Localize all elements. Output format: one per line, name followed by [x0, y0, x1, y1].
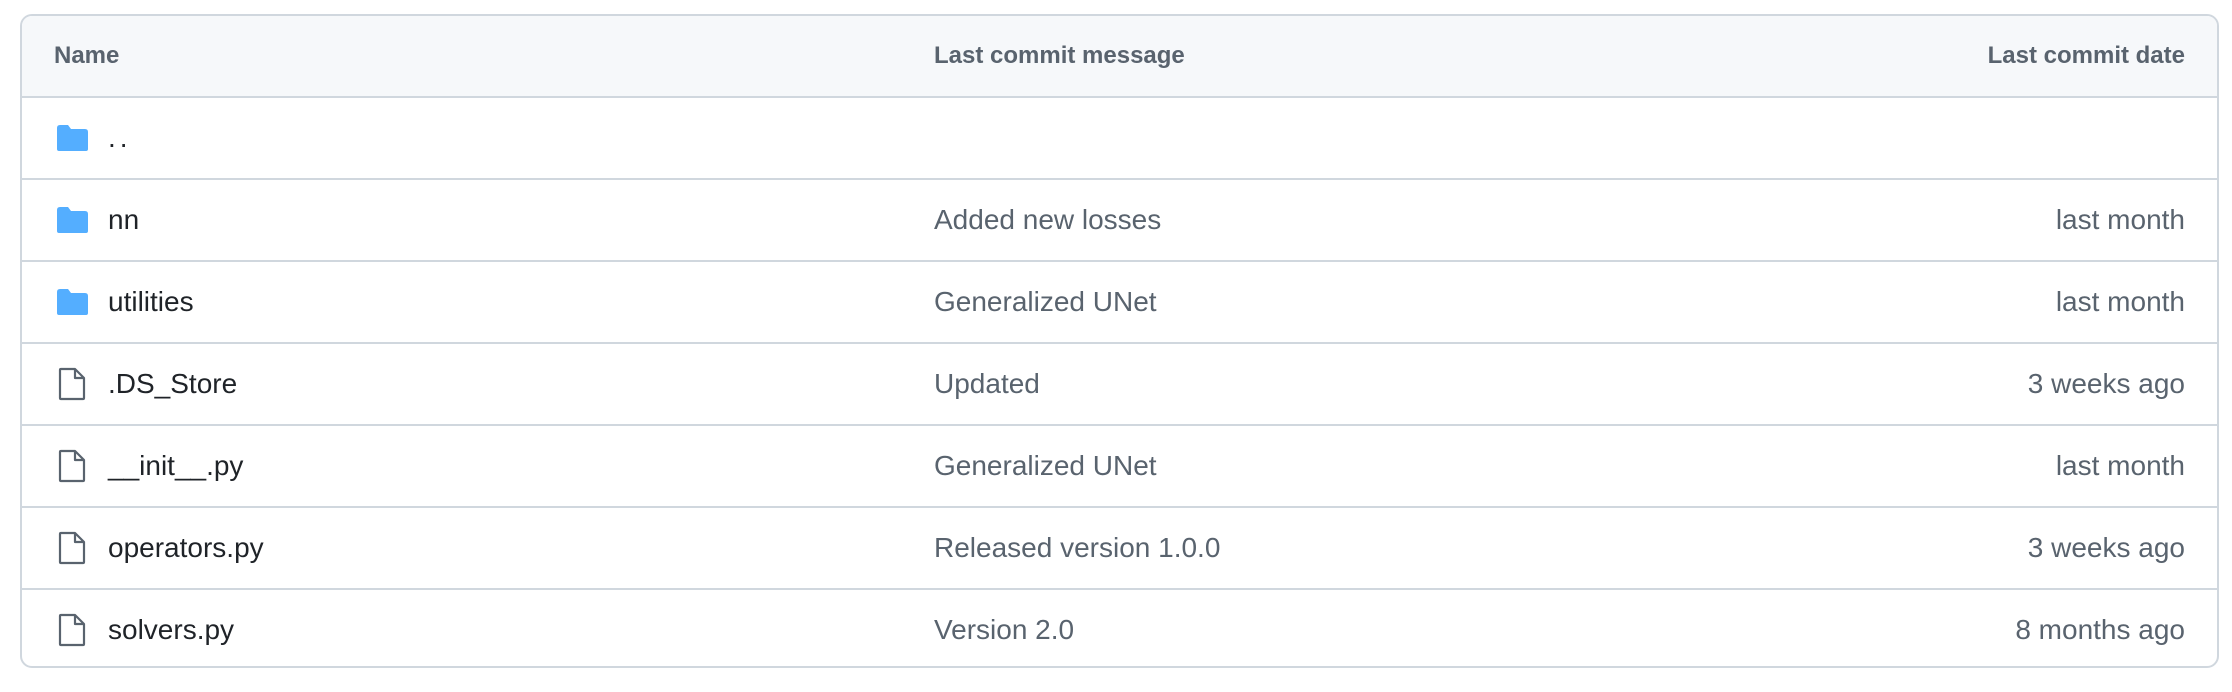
- table-row[interactable]: .DS_Store Updated 3 weeks ago: [22, 344, 2217, 426]
- file-name-link[interactable]: utilities: [108, 262, 194, 342]
- commit-message-link[interactable]: Generalized UNet: [934, 426, 1157, 506]
- folder-icon: [54, 262, 90, 342]
- table-header: Name Last commit message Last commit dat…: [22, 16, 2217, 98]
- commit-message-link[interactable]: Added new losses: [934, 180, 1161, 260]
- commit-message-link[interactable]: Generalized UNet: [934, 262, 1157, 342]
- commit-date: last month: [2055, 204, 2185, 235]
- table-row[interactable]: nn Added new losses last month: [22, 180, 2217, 262]
- file-icon: [54, 590, 90, 666]
- parent-directory-row[interactable]: ..: [22, 98, 2217, 180]
- commit-message-link[interactable]: Updated: [934, 344, 1040, 424]
- commit-date: last month: [2055, 286, 2185, 317]
- file-name-link[interactable]: __init__.py: [108, 426, 243, 506]
- table-row[interactable]: solvers.py Version 2.0 8 months ago: [22, 590, 2217, 666]
- file-icon: [54, 344, 90, 424]
- header-last-commit-message: Last commit message: [934, 42, 1185, 69]
- commit-date: 8 months ago: [2015, 614, 2185, 645]
- table-row[interactable]: __init__.py Generalized UNet last month: [22, 426, 2217, 508]
- table-row[interactable]: operators.py Released version 1.0.0 3 we…: [22, 508, 2217, 590]
- folder-icon: [54, 180, 90, 260]
- parent-directory-link[interactable]: ..: [108, 98, 132, 178]
- file-name-link[interactable]: solvers.py: [108, 590, 234, 666]
- commit-date: last month: [2055, 450, 2185, 481]
- file-name-link[interactable]: .DS_Store: [108, 344, 237, 424]
- file-name-link[interactable]: nn: [108, 180, 139, 260]
- header-last-commit-date: Last commit date: [1987, 42, 2185, 69]
- commit-date: 3 weeks ago: [2027, 532, 2185, 563]
- commit-message-link[interactable]: Released version 1.0.0: [934, 508, 1220, 588]
- folder-icon: [54, 98, 90, 178]
- file-icon: [54, 508, 90, 588]
- header-name: Name: [54, 42, 120, 69]
- table-row[interactable]: utilities Generalized UNet last month: [22, 262, 2217, 344]
- file-icon: [54, 426, 90, 506]
- file-name-link[interactable]: operators.py: [108, 508, 264, 588]
- commit-date: 3 weeks ago: [2027, 368, 2185, 399]
- file-table: Name Last commit message Last commit dat…: [20, 14, 2219, 668]
- commit-message-link[interactable]: Version 2.0: [934, 590, 1074, 666]
